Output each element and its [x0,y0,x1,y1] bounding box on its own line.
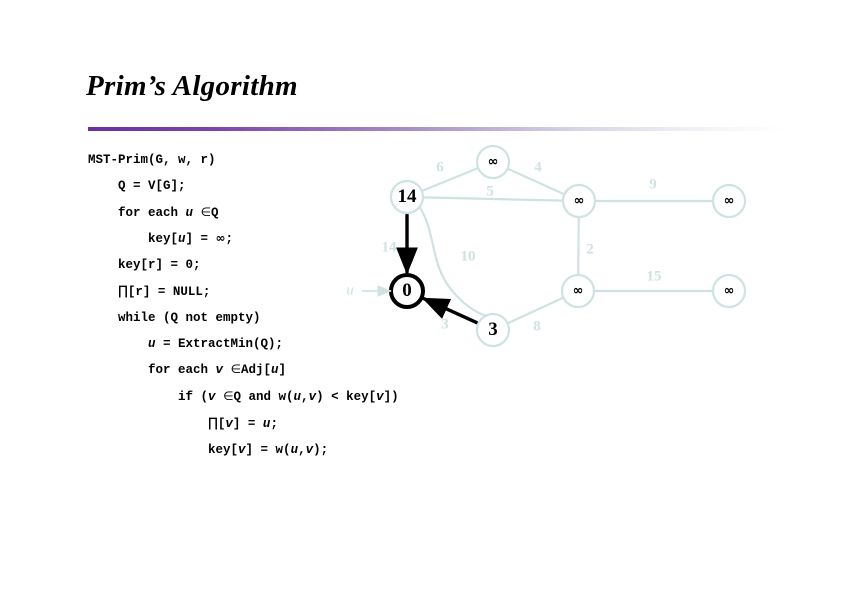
title-divider [88,127,788,131]
edge-weight-label: 5 [486,183,494,200]
edge-weight-label: 6 [436,159,444,176]
graph-edge [420,166,480,193]
edge-weight-label: 8 [533,318,541,335]
graph-edge [421,297,479,325]
node-key-label: ∞ [723,193,735,209]
node-key-label: ∞ [572,283,584,299]
code-line: ∏[v] = u; [208,415,278,431]
code-line: Q = V[G]; [88,178,186,193]
edge-weight-label: 15 [646,268,662,285]
code-line: key[v] = w(u,v); [88,442,329,457]
node-key-label: ∞ [723,283,735,299]
edge-weight-label: 10 [460,248,476,265]
node-key-label: 14 [397,186,417,207]
code-line: if (v ∈Q and w(u,v) < key[v]) [88,389,399,405]
code-line: for each v ∈Adj[u] [88,362,287,378]
code-line: key[u] = ∞; [88,231,234,247]
code-line: key[r] = 0; [88,258,201,273]
edge-weight-label: 14 [381,239,397,256]
pseudocode-block: MST-Prim(G, w, r) Q = V[G]; for each u ∈… [88,148,399,464]
code-line: u = ExtractMin(Q); [148,336,284,351]
node-key-label: 0 [402,280,412,301]
edge-weight-label: 2 [586,241,594,258]
edge-weight-label: 3 [441,316,449,333]
slide-canvas: Prim’s Algorithm MST-Prim(G, w, r) Q = V… [0,0,842,595]
node-key-label: ∞ [573,193,585,209]
node-key-label: 3 [488,319,498,340]
graph-edge [577,215,580,277]
code-line: while (Q not empty) [88,310,261,325]
node-key-label: ∞ [487,154,499,170]
code-line: MST-Prim(G, w, r) [88,153,216,167]
graph-edge [417,204,488,318]
current-vertex-marker: u [346,282,354,299]
edge-layer [396,166,715,325]
edge-weight-label: 9 [649,176,657,193]
edge-weight-label: 4 [534,159,542,176]
code-line: for each u ∈Q [88,204,219,220]
page-title: Prim’s Algorithm [86,70,298,102]
